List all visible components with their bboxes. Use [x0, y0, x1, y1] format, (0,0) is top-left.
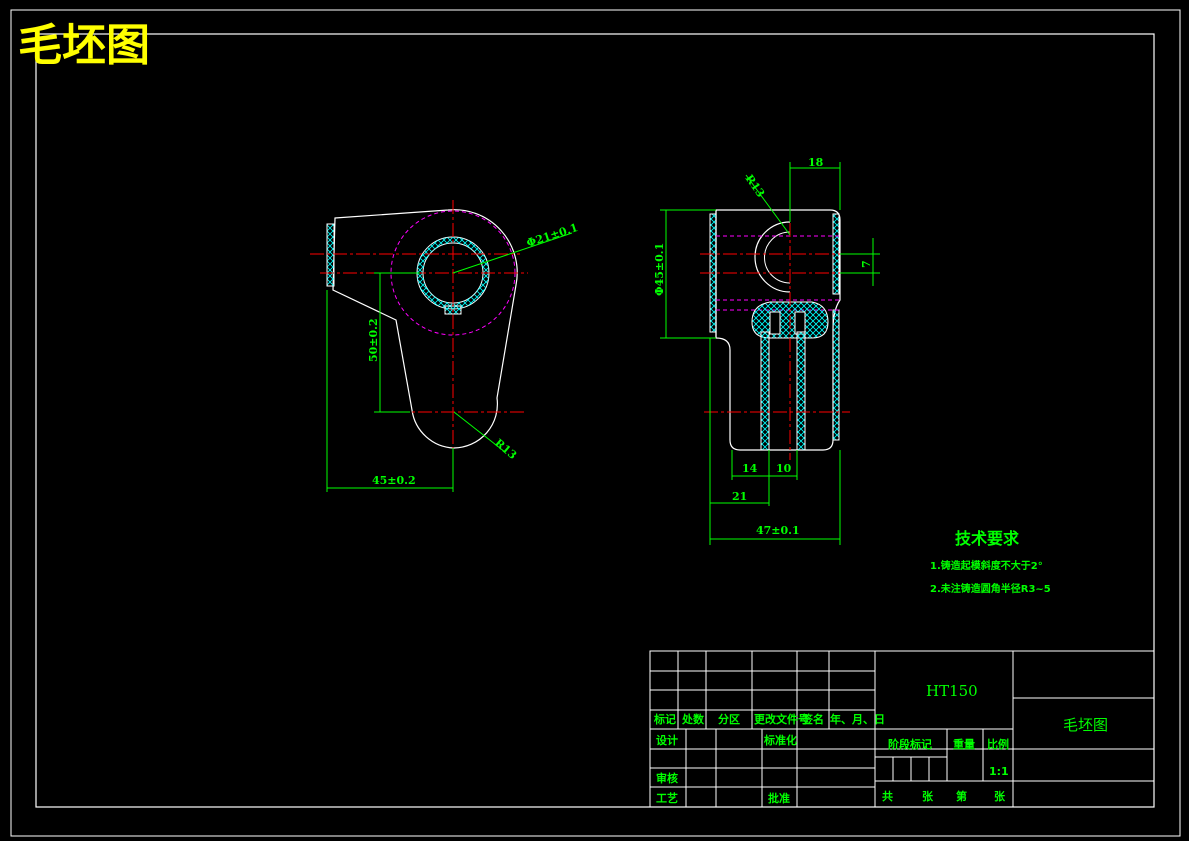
tb-nth: 第: [956, 789, 967, 803]
dim-height-right: Φ45±0.1: [653, 243, 666, 296]
dim-width-right: 47±0.1: [756, 524, 800, 537]
dim-center-distance: 50±0.2: [367, 318, 380, 362]
tb-header-4: 签名: [801, 712, 824, 726]
tb-header-0: 标记: [653, 712, 676, 726]
tb-sheets: 张: [922, 789, 934, 803]
right-view: 18 R13 Φ45±0.1 7 14 10 21 47±0.1: [653, 156, 880, 545]
left-view: Φ21±0.1 50±0.2 45±0.2 R13: [310, 200, 580, 492]
tb-drawing-name: 毛坯图: [1063, 716, 1108, 734]
technical-requirements: 技术要求 1.铸造起模斜度不大于2° 2.未注铸造圆角半径R3~5: [930, 529, 1051, 595]
dim-width-left: 45±0.2: [372, 474, 416, 487]
tb-review: 审核: [656, 771, 678, 785]
dim-small-right: 7: [860, 260, 873, 268]
outer-border: [10, 9, 1181, 837]
tb-material: HT150: [926, 682, 978, 700]
notes-heading: 技术要求: [955, 529, 1020, 548]
tb-process: 工艺: [656, 791, 678, 805]
drawing-sheet: 毛坯图 Φ21±0.1 50±0.2 45±0.2 R13 18 R13 Φ45…: [10, 9, 1181, 837]
dim-radius-right: R13: [743, 172, 768, 199]
note-2: 2.未注铸造圆角半径R3~5: [930, 582, 1051, 595]
tb-header-1: 处数: [681, 712, 705, 726]
tb-standardize: 标准化: [763, 733, 797, 747]
dim-top-right: 18: [808, 156, 824, 169]
note-1: 1.铸造起模斜度不大于2°: [930, 559, 1043, 572]
dim-radius-left: R13: [492, 436, 519, 462]
tb-header-3: 更改文件号: [754, 712, 809, 726]
tb-approve: 批准: [768, 791, 790, 805]
tb-sheet: 张: [994, 789, 1006, 803]
dim-10: 10: [776, 462, 792, 475]
tb-stage-mark: 阶段标记: [888, 737, 932, 751]
dim-bore: Φ21±0.1: [525, 221, 580, 250]
dim-14: 14: [742, 462, 758, 475]
dim-21: 21: [732, 490, 747, 503]
tb-header-5: 年、月、日: [830, 712, 885, 726]
tb-design: 设计: [656, 733, 678, 747]
tb-ratio-value: 1:1: [989, 765, 1009, 778]
tb-header-2: 分区: [718, 712, 740, 726]
tb-total: 共: [882, 789, 893, 803]
tb-weight: 重量: [953, 737, 975, 751]
drawing-title: 毛坯图: [18, 20, 150, 71]
inner-border: [35, 33, 1155, 808]
tb-ratio-label: 比例: [987, 737, 1009, 751]
